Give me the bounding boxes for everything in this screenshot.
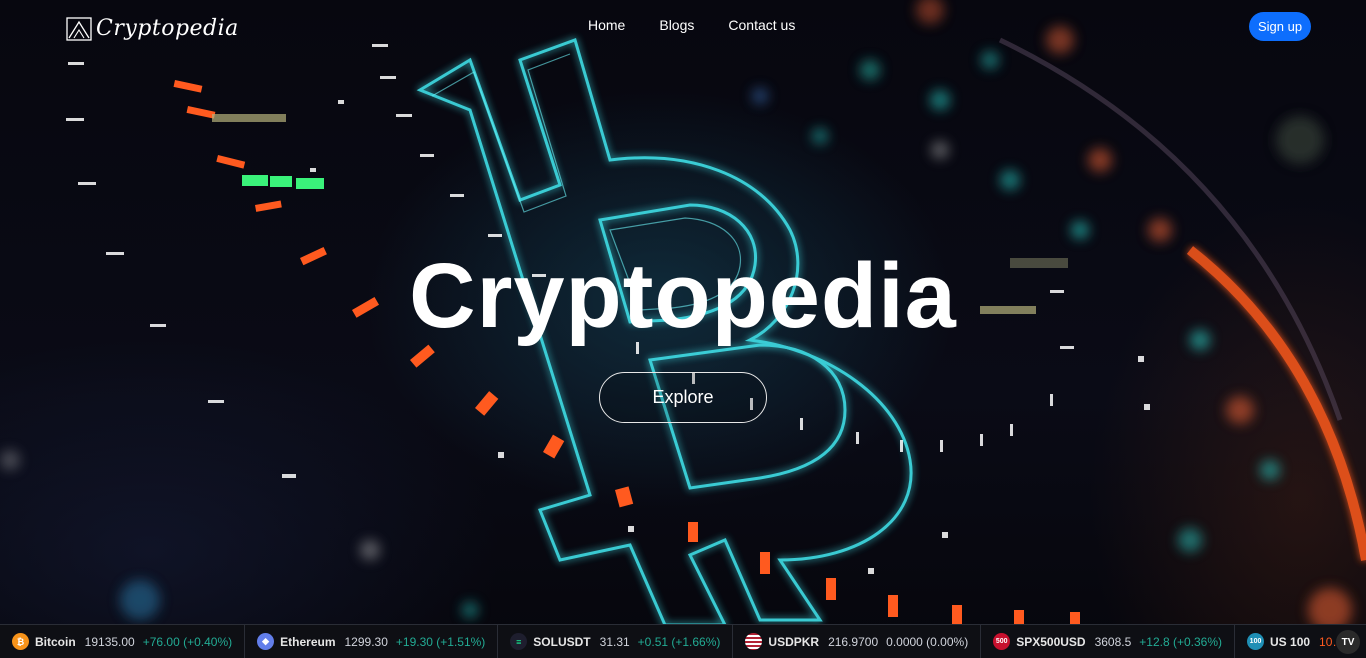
- nav-link-home[interactable]: Home: [588, 17, 625, 33]
- ticker-price: 216.9700: [828, 634, 879, 649]
- ticker-change: +12.8 (+0.36%): [1139, 634, 1223, 649]
- ticker-change: +76.00 (+0.40%): [142, 634, 233, 649]
- ticker-price: 1299.30: [344, 634, 388, 649]
- solana-icon: ≡: [510, 633, 528, 650]
- ticker-name: USDPKR: [768, 634, 820, 649]
- signup-button[interactable]: Sign up: [1249, 12, 1311, 41]
- nav-links: Home Blogs Contact us: [588, 17, 795, 33]
- ticker-item-bitcoin[interactable]: ₿ Bitcoin 19135.00 +76.00 (+0.40%): [0, 625, 246, 658]
- tradingview-icon[interactable]: TV: [1336, 630, 1360, 654]
- ticker-item-spx500usd[interactable]: 500 SPX500USD 3608.5 +12.8 (+0.36%): [981, 625, 1236, 658]
- explore-button[interactable]: Explore: [599, 372, 767, 423]
- price-ticker: ₿ Bitcoin 19135.00 +76.00 (+0.40%) ◆ Eth…: [0, 624, 1366, 658]
- ticker-price: 3608.5: [1094, 634, 1132, 649]
- ticker-item-ethereum[interactable]: ◆ Ethereum 1299.30 +19.30 (+1.51%): [245, 625, 499, 658]
- ticker-item-usdpkr[interactable]: USDPKR 216.9700 0.0000 (0.00%): [733, 625, 982, 658]
- ticker-change: +0.51 (+1.66%): [637, 634, 721, 649]
- ticker-price: 31.31: [599, 634, 630, 649]
- ticker-price: 19135.00: [84, 634, 135, 649]
- us-flag-icon: [745, 633, 763, 650]
- ticker-change: 0.0000 (0.00%): [886, 634, 969, 649]
- ticker-name: Bitcoin: [35, 634, 76, 649]
- ticker-name: Ethereum: [280, 634, 336, 649]
- ticker-name: SOLUSDT: [533, 634, 591, 649]
- hero-title: Cryptopedia: [409, 245, 957, 347]
- bitcoin-icon: ₿: [12, 633, 29, 650]
- spx500-icon: 500: [993, 633, 1011, 650]
- triangle-logo-icon: [66, 16, 92, 41]
- ethereum-icon: ◆: [257, 633, 275, 650]
- ticker-change: +19.30 (+1.51%): [395, 634, 486, 649]
- navbar: Cryptopedia Home Blogs Contact us Sign u…: [0, 0, 1366, 54]
- brand-name: Cryptopedia: [96, 16, 239, 41]
- us100-icon: 100: [1247, 633, 1265, 650]
- ticker-name: US 100: [1270, 634, 1311, 649]
- ticker-item-solusdt[interactable]: ≡ SOLUSDT 31.31 +0.51 (+1.66%): [498, 625, 734, 658]
- nav-link-contact[interactable]: Contact us: [728, 17, 795, 33]
- ticker-name: SPX500USD: [1016, 634, 1086, 649]
- nav-link-blogs[interactable]: Blogs: [659, 17, 694, 33]
- brand-logo[interactable]: Cryptopedia: [66, 16, 239, 41]
